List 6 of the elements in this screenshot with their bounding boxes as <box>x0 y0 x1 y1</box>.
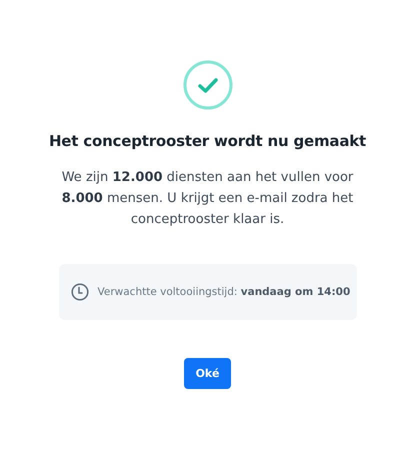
dialog-title: Het conceptrooster wordt nu gemaakt <box>48 132 366 150</box>
checkmark-icon <box>182 60 232 110</box>
clock-icon <box>70 283 88 301</box>
dialog-message: We zijn 12.000 diensten aan het vullen voor 8.000 mensen. U krijgt een e-mail zodra het conceptrooster klaar is. <box>60 169 354 229</box>
ok-button[interactable]: Oké <box>184 358 232 389</box>
completion-time-text: Verwachtte voltooiingstijd: vandaag om 14:00 <box>98 286 350 298</box>
